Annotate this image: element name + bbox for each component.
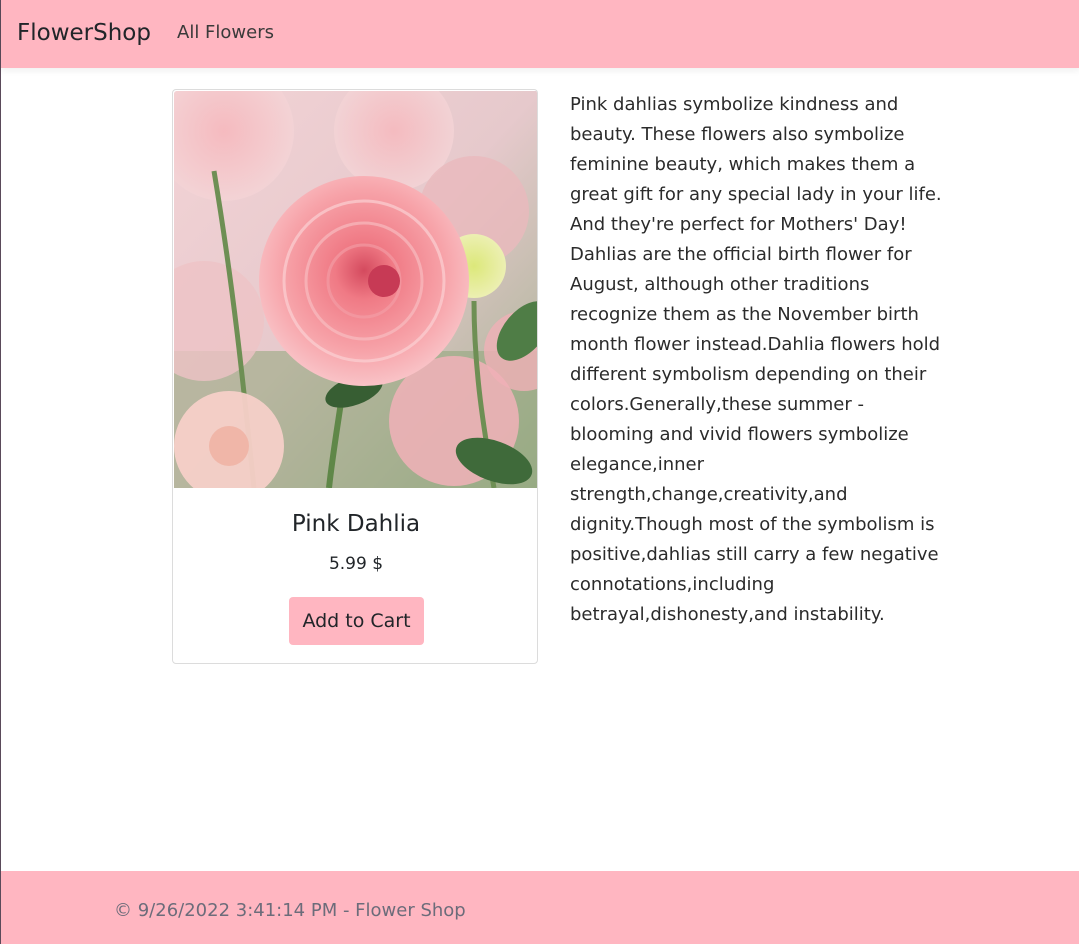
description-line: dignity.Though most of the symbolism is bbox=[570, 514, 935, 535]
description-line: beauty. These flowers also symbolize bbox=[570, 124, 905, 145]
page-footer: © 9/26/2022 3:41:14 PM - Flower Shop bbox=[1, 871, 1079, 944]
product-price: 5.99 $ bbox=[328, 554, 384, 574]
description-line: And they're perfect for Mothers' Day! bbox=[570, 214, 907, 235]
brand-link[interactable]: FlowerShop bbox=[17, 18, 151, 48]
description-line: blooming and vivid flowers symbolize bbox=[570, 424, 909, 445]
product-name: Pink Dahlia bbox=[291, 511, 421, 537]
description-line: connotations,including bbox=[570, 574, 775, 595]
description-line: great gift for any special lady in your … bbox=[570, 184, 942, 205]
description-line: August, although other traditions bbox=[570, 274, 870, 295]
description-line: colors.Generally,these summer - bbox=[570, 394, 864, 415]
product-image bbox=[174, 91, 537, 488]
add-to-cart-button[interactable]: Add to Cart bbox=[289, 597, 424, 645]
nav-link-all-flowers[interactable]: All Flowers bbox=[177, 21, 274, 45]
description-line: Dahlias are the official birth flower fo… bbox=[570, 244, 912, 265]
description-line: strength,change,creativity,and bbox=[570, 484, 848, 505]
footer-copyright: © 9/26/2022 3:41:14 PM - Flower Shop bbox=[114, 900, 466, 921]
description-line: positive,dahlias still carry a few negat… bbox=[570, 544, 939, 565]
description-line: Pink dahlias symbolize kindness and bbox=[570, 94, 899, 115]
description-line: elegance,inner bbox=[570, 454, 704, 475]
description-line: betrayal,dishonesty,and instability. bbox=[570, 604, 885, 625]
description-line: month flower instead.Dahlia flowers hold bbox=[570, 334, 941, 355]
product-card: Pink Dahlia 5.99 $ Add to Cart bbox=[172, 89, 538, 664]
product-description: Pink dahlias symbolize kindness and beau… bbox=[570, 90, 942, 630]
top-navbar: FlowerShop All Flowers bbox=[1, 0, 1079, 68]
description-line: different symbolism depending on their bbox=[570, 364, 927, 385]
description-line: feminine beauty, which makes them a bbox=[570, 154, 916, 175]
description-line: recognize them as the November birth bbox=[570, 304, 919, 325]
